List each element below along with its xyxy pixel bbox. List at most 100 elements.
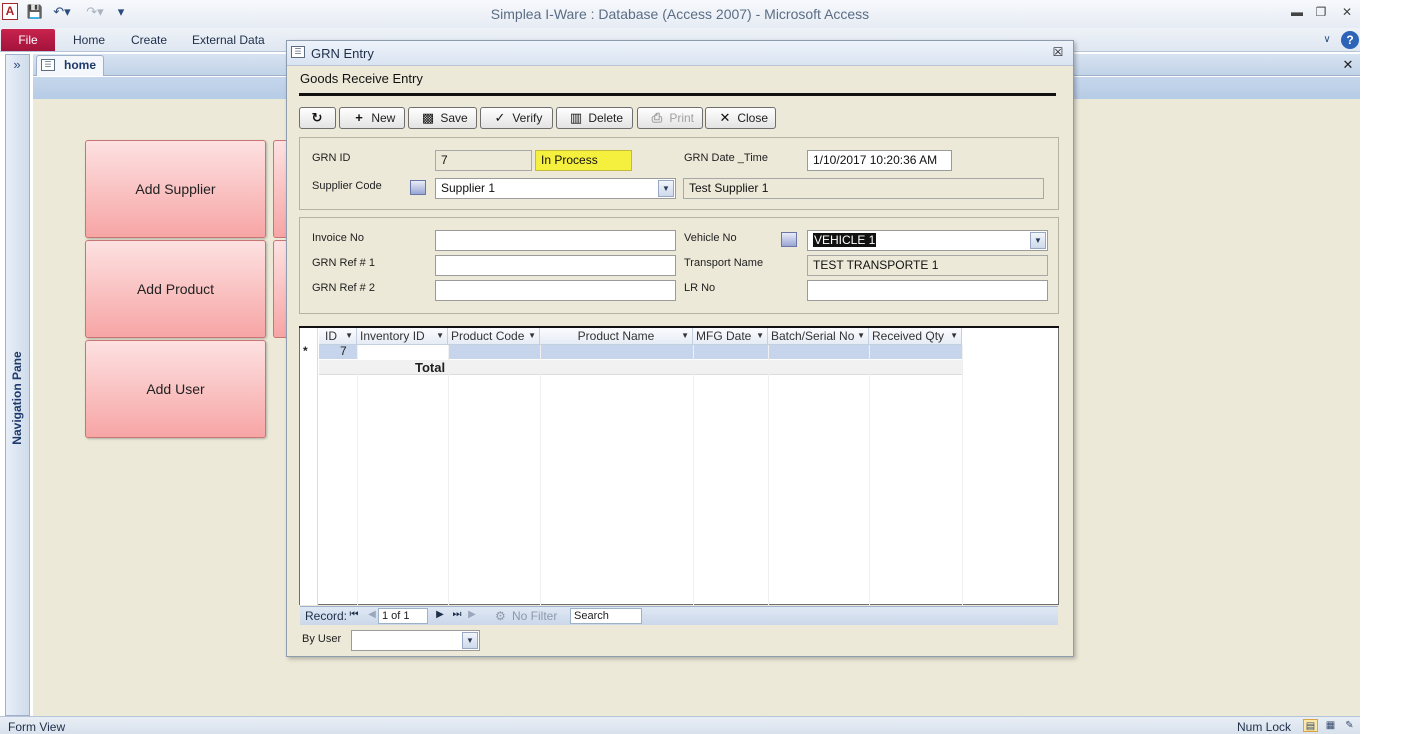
column-header-inventory-id[interactable]: Inventory ID ▼ bbox=[357, 328, 448, 345]
grid-column-line bbox=[768, 345, 769, 605]
vehicle-lookup-icon[interactable] bbox=[781, 232, 797, 247]
minimize-ribbon-icon[interactable]: ∨ bbox=[1318, 31, 1336, 49]
grid-column-line bbox=[693, 345, 694, 605]
design-view-icon[interactable]: ✎ bbox=[1342, 719, 1357, 732]
new-record-marker: * bbox=[303, 344, 308, 358]
first-record-icon[interactable]: ⏮ bbox=[348, 609, 360, 620]
chevron-down-icon[interactable]: ▼ bbox=[436, 328, 444, 344]
grn-ref2-input[interactable] bbox=[435, 280, 676, 301]
by-user-select[interactable] bbox=[351, 630, 480, 651]
hidden-menu-button[interactable] bbox=[273, 240, 287, 338]
dialog-title: GRN Entry bbox=[311, 46, 374, 61]
nav-pane-label: Navigation Pane bbox=[10, 351, 24, 445]
filter-icon[interactable]: ⚙ bbox=[495, 609, 506, 623]
column-header-id[interactable]: ID ▼ bbox=[319, 328, 357, 345]
document-tab-label: home bbox=[64, 58, 97, 72]
close-icon[interactable]: ✕ bbox=[1338, 4, 1356, 20]
hidden-menu-button[interactable] bbox=[273, 140, 287, 238]
vehicle-no-label: Vehicle No bbox=[684, 232, 737, 244]
tab-create[interactable]: Create bbox=[131, 33, 167, 49]
close-document-icon[interactable]: ✕ bbox=[1340, 57, 1356, 73]
row-selector-column[interactable] bbox=[300, 328, 318, 605]
chevron-down-icon[interactable]: ▼ bbox=[345, 328, 353, 344]
chevron-down-icon[interactable]: ▼ bbox=[462, 632, 478, 649]
help-icon[interactable]: ? bbox=[1341, 31, 1359, 49]
add-user-button[interactable]: Add User bbox=[85, 340, 266, 438]
transport-name-field: TEST TRANSPORTE 1 bbox=[807, 255, 1048, 276]
refresh-button[interactable]: ↻ bbox=[299, 107, 336, 129]
grn-datetime-field[interactable]: 1/10/2017 10:20:36 AM bbox=[807, 150, 952, 171]
supplier-lookup-icon[interactable] bbox=[410, 180, 426, 195]
chevron-down-icon[interactable]: ▼ bbox=[950, 328, 958, 344]
restore-icon[interactable]: ❐ bbox=[1312, 4, 1330, 20]
record-position-input[interactable]: 1 of 1 bbox=[378, 608, 428, 624]
delete-button[interactable]: ▥ Delete bbox=[556, 107, 633, 129]
record-label: Record: bbox=[305, 609, 348, 623]
dialog-close-icon[interactable]: ☒ bbox=[1050, 45, 1066, 60]
last-record-icon[interactable]: ⏭ bbox=[451, 609, 463, 620]
tab-home[interactable]: Home bbox=[73, 33, 105, 49]
grn-datetime-label: GRN Date _Time bbox=[684, 152, 768, 164]
close-button[interactable]: ✕ Close bbox=[705, 107, 776, 129]
heading-divider bbox=[299, 93, 1056, 96]
vehicle-no-select[interactable]: VEHICLE 1 bbox=[807, 230, 1048, 251]
tab-external-data[interactable]: External Data bbox=[192, 33, 265, 49]
layout-view-icon[interactable]: ▦ bbox=[1323, 719, 1338, 732]
form-heading: Goods Receive Entry bbox=[300, 71, 423, 86]
print-button[interactable]: ⎙ Print bbox=[637, 107, 703, 129]
chevron-down-icon[interactable]: ▼ bbox=[1030, 232, 1046, 249]
column-header-batch-serial-no[interactable]: Batch/Serial No ▼ bbox=[768, 328, 869, 345]
invoice-no-input[interactable] bbox=[435, 230, 676, 251]
status-badge: In Process bbox=[535, 150, 632, 171]
transport-name-label: Transport Name bbox=[684, 257, 764, 269]
grn-id-field: 7 bbox=[435, 150, 532, 171]
chevron-down-icon[interactable]: ▼ bbox=[528, 328, 536, 344]
supplier-code-select[interactable]: Supplier 1 bbox=[435, 178, 676, 199]
new-record-icon[interactable]: ▶ bbox=[466, 609, 478, 620]
verify-button[interactable]: ✓ Verify bbox=[480, 107, 553, 129]
chevron-down-icon[interactable]: ▼ bbox=[658, 180, 674, 197]
add-product-button[interactable]: Add Product bbox=[85, 240, 266, 338]
save-button[interactable]: ▩ Save bbox=[408, 107, 477, 129]
chevron-down-icon[interactable]: ▼ bbox=[681, 328, 689, 344]
minimize-icon[interactable]: ▬ bbox=[1288, 4, 1306, 20]
file-tab[interactable]: File bbox=[1, 29, 55, 51]
form-view-icon[interactable]: ▤ bbox=[1303, 719, 1318, 732]
grid-column-line bbox=[540, 345, 541, 605]
column-header-mfg-date[interactable]: MFG Date ▼ bbox=[693, 328, 768, 345]
chevron-down-icon[interactable]: ▼ bbox=[756, 328, 764, 344]
refresh-icon: ↻ bbox=[311, 110, 323, 125]
column-header-received-qty[interactable]: Received Qty ▼ bbox=[869, 328, 962, 345]
form-icon: ☰ bbox=[41, 59, 55, 71]
chevron-down-icon[interactable]: ▼ bbox=[857, 328, 865, 344]
add-supplier-button[interactable]: Add Supplier bbox=[85, 140, 266, 238]
grn-header-section bbox=[299, 137, 1059, 210]
nav-pane-expand-icon[interactable]: » bbox=[6, 56, 28, 74]
printer-icon: ⎙ bbox=[651, 110, 663, 125]
grid-column-line bbox=[962, 345, 963, 605]
grn-ref1-input[interactable] bbox=[435, 255, 676, 276]
grn-ref1-label: GRN Ref # 1 bbox=[312, 257, 375, 269]
dialog-title-bar[interactable] bbox=[287, 41, 1073, 66]
new-row-id-cell[interactable]: 7 bbox=[340, 344, 347, 358]
status-bar bbox=[0, 716, 1360, 734]
status-num-lock: Num Lock bbox=[1237, 720, 1292, 734]
status-view-mode: Form View bbox=[8, 720, 66, 734]
total-label: Total bbox=[415, 360, 446, 375]
window-title: Simplea I-Ware : Database (Access 2007) … bbox=[490, 6, 870, 22]
grid-column-line bbox=[869, 345, 870, 605]
by-user-label: By User bbox=[302, 633, 342, 645]
inventory-id-cell[interactable] bbox=[357, 345, 448, 359]
previous-record-icon[interactable]: ◀ bbox=[366, 609, 378, 620]
invoice-no-label: Invoice No bbox=[312, 232, 364, 244]
record-search-input[interactable]: Search bbox=[570, 608, 642, 624]
trash-icon: ▥ bbox=[569, 110, 583, 125]
grid-column-line bbox=[448, 345, 449, 605]
supplier-code-label: Supplier Code bbox=[312, 180, 382, 192]
lr-no-input[interactable] bbox=[807, 280, 1048, 301]
next-record-icon[interactable]: ▶ bbox=[434, 609, 446, 620]
new-button[interactable]: + New bbox=[339, 107, 405, 129]
column-header-product-name[interactable]: Product Name ▼ bbox=[540, 328, 693, 345]
column-header-product-code[interactable]: Product Code ▼ bbox=[448, 328, 540, 345]
no-filter-label[interactable]: No Filter bbox=[512, 609, 557, 623]
